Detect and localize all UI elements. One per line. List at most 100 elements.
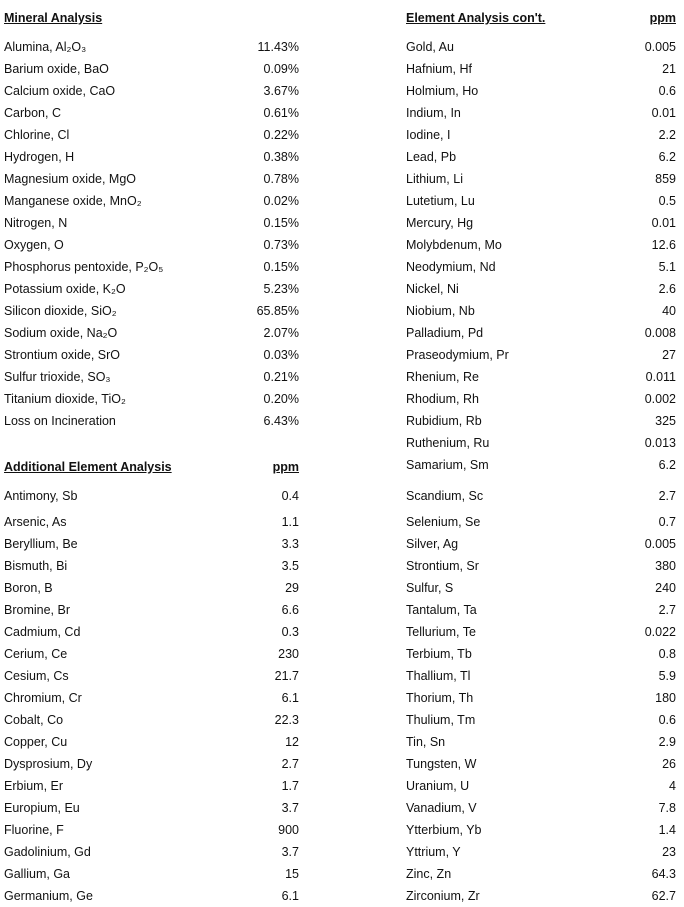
row-value: 5.9 <box>658 669 676 683</box>
row-value: 2.6 <box>658 282 676 296</box>
row-label: Silicon dioxide, SiO₂ <box>4 304 117 318</box>
row-label: Tungsten, W <box>406 757 477 771</box>
row-label: Rhenium, Re <box>406 370 479 384</box>
row-value: 0.15% <box>263 260 299 274</box>
row-label: Boron, B <box>4 581 53 595</box>
row-value: 0.01 <box>651 216 676 230</box>
row-label: Rhodium, Rh <box>406 392 479 406</box>
row-label: Tantalum, Ta <box>406 603 477 617</box>
row-label: Calcium oxide, CaO <box>4 84 116 98</box>
row-label: Cobalt, Co <box>4 713 64 727</box>
row-value: 0.02% <box>263 194 299 208</box>
row-label: Arsenic, As <box>4 515 67 529</box>
row-label: Selenium, Se <box>406 515 481 529</box>
row-value: 6.1 <box>281 691 299 705</box>
row-label: Thallium, Tl <box>406 669 471 683</box>
row-value: 2.7 <box>658 489 676 503</box>
row-value: 0.4 <box>281 489 299 503</box>
row-label: Oxygen, O <box>4 238 64 252</box>
row-value: 900 <box>278 823 299 837</box>
row-label: Praseodymium, Pr <box>406 348 509 362</box>
row-label: Niobium, Nb <box>406 304 475 318</box>
row-value: 6.6 <box>281 603 299 617</box>
row-value: 0.6 <box>658 84 676 98</box>
analysis-document: Mineral Analysis Element Analysis con't.… <box>0 0 684 907</box>
row-value: 65.85% <box>256 304 299 318</box>
row-label: Chromium, Cr <box>4 691 82 705</box>
row-value: 0.01 <box>651 106 676 120</box>
row-value: 380 <box>655 559 676 573</box>
row-label: Tellurium, Te <box>406 625 476 639</box>
row-value: 0.78% <box>263 172 299 186</box>
row-value: 6.43% <box>263 414 299 428</box>
row-label: Dysprosium, Dy <box>4 757 93 771</box>
row-label: Zinc, Zn <box>406 867 452 881</box>
row-value: 0.03% <box>263 348 299 362</box>
row-value: 0.6 <box>658 713 676 727</box>
row-value: 3.3 <box>281 537 299 551</box>
row-value: 0.73% <box>263 238 299 252</box>
row-value: 4 <box>669 779 676 793</box>
element-continued-heading: Element Analysis con't. <box>406 11 546 25</box>
row-label: Gadolinium, Gd <box>4 845 91 859</box>
row-label: Rubidium, Rb <box>406 414 482 428</box>
element-continued-unit: ppm <box>649 11 676 25</box>
row-value: 23 <box>662 845 676 859</box>
row-label: Cesium, Cs <box>4 669 69 683</box>
row-value: 0.3 <box>281 625 299 639</box>
row-label: Sodium oxide, Na₂O <box>4 326 118 340</box>
row-label: Yttrium, Y <box>406 845 461 859</box>
row-value: 62.7 <box>651 889 676 903</box>
row-value: 15 <box>285 867 299 881</box>
row-label: Potassium oxide, K₂O <box>4 282 126 296</box>
row-label: Hafnium, Hf <box>406 62 472 76</box>
row-value: 3.5 <box>281 559 299 573</box>
row-label: Lutetium, Lu <box>406 194 475 208</box>
row-label: Sulfur, S <box>406 581 454 595</box>
row-value: 11.43% <box>257 40 299 54</box>
row-value: 2.7 <box>658 603 676 617</box>
row-value: 12.6 <box>651 238 676 252</box>
row-value: 2.9 <box>658 735 676 749</box>
row-label: Carbon, C <box>4 106 61 120</box>
mineral-analysis-heading: Mineral Analysis <box>4 11 103 25</box>
row-value: 29 <box>285 581 299 595</box>
row-value: 0.022 <box>644 625 676 639</box>
row-value: 1.1 <box>281 515 299 529</box>
row-value: 0.011 <box>645 370 676 384</box>
row-value: 0.013 <box>644 436 676 450</box>
row-value: 6.2 <box>658 458 676 472</box>
row-value: 5.23% <box>263 282 299 296</box>
row-value: 0.5 <box>658 194 676 208</box>
row-label: Erbium, Er <box>4 779 64 793</box>
row-value: 230 <box>278 647 299 661</box>
row-value: 0.8 <box>658 647 676 661</box>
row-value: 0.008 <box>644 326 676 340</box>
row-value: 1.4 <box>658 823 676 837</box>
row-label: Loss on Incineration <box>4 414 116 428</box>
row-value: 0.7 <box>658 515 676 529</box>
row-label: Alumina, Al₂O₃ <box>4 40 87 54</box>
row-label: Samarium, Sm <box>406 458 489 472</box>
row-label: Barium oxide, BaO <box>4 62 109 76</box>
row-value: 21.7 <box>274 669 299 683</box>
row-label: Thulium, Tm <box>406 713 476 727</box>
row-value: 5.1 <box>658 260 676 274</box>
row-value: 12 <box>285 735 299 749</box>
row-label: Beryllium, Be <box>4 537 78 551</box>
row-value: 6.2 <box>658 150 676 164</box>
row-value: 2.2 <box>658 128 676 142</box>
row-label: Mercury, Hg <box>406 216 474 230</box>
row-label: Manganese oxide, MnO₂ <box>4 194 142 208</box>
row-value: 7.8 <box>658 801 676 815</box>
row-label: Gallium, Ga <box>4 867 70 881</box>
row-label: Phosphorus pentoxide, P₂O₅ <box>4 260 164 274</box>
row-value: 0.005 <box>644 40 676 54</box>
row-value: 0.38% <box>263 150 299 164</box>
row-label: Holmium, Ho <box>406 84 479 98</box>
row-label: Terbium, Tb <box>406 647 472 661</box>
row-value: 859 <box>655 172 676 186</box>
row-value: 21 <box>662 62 676 76</box>
row-value: 0.22% <box>263 128 299 142</box>
row-value: 0.002 <box>644 392 676 406</box>
